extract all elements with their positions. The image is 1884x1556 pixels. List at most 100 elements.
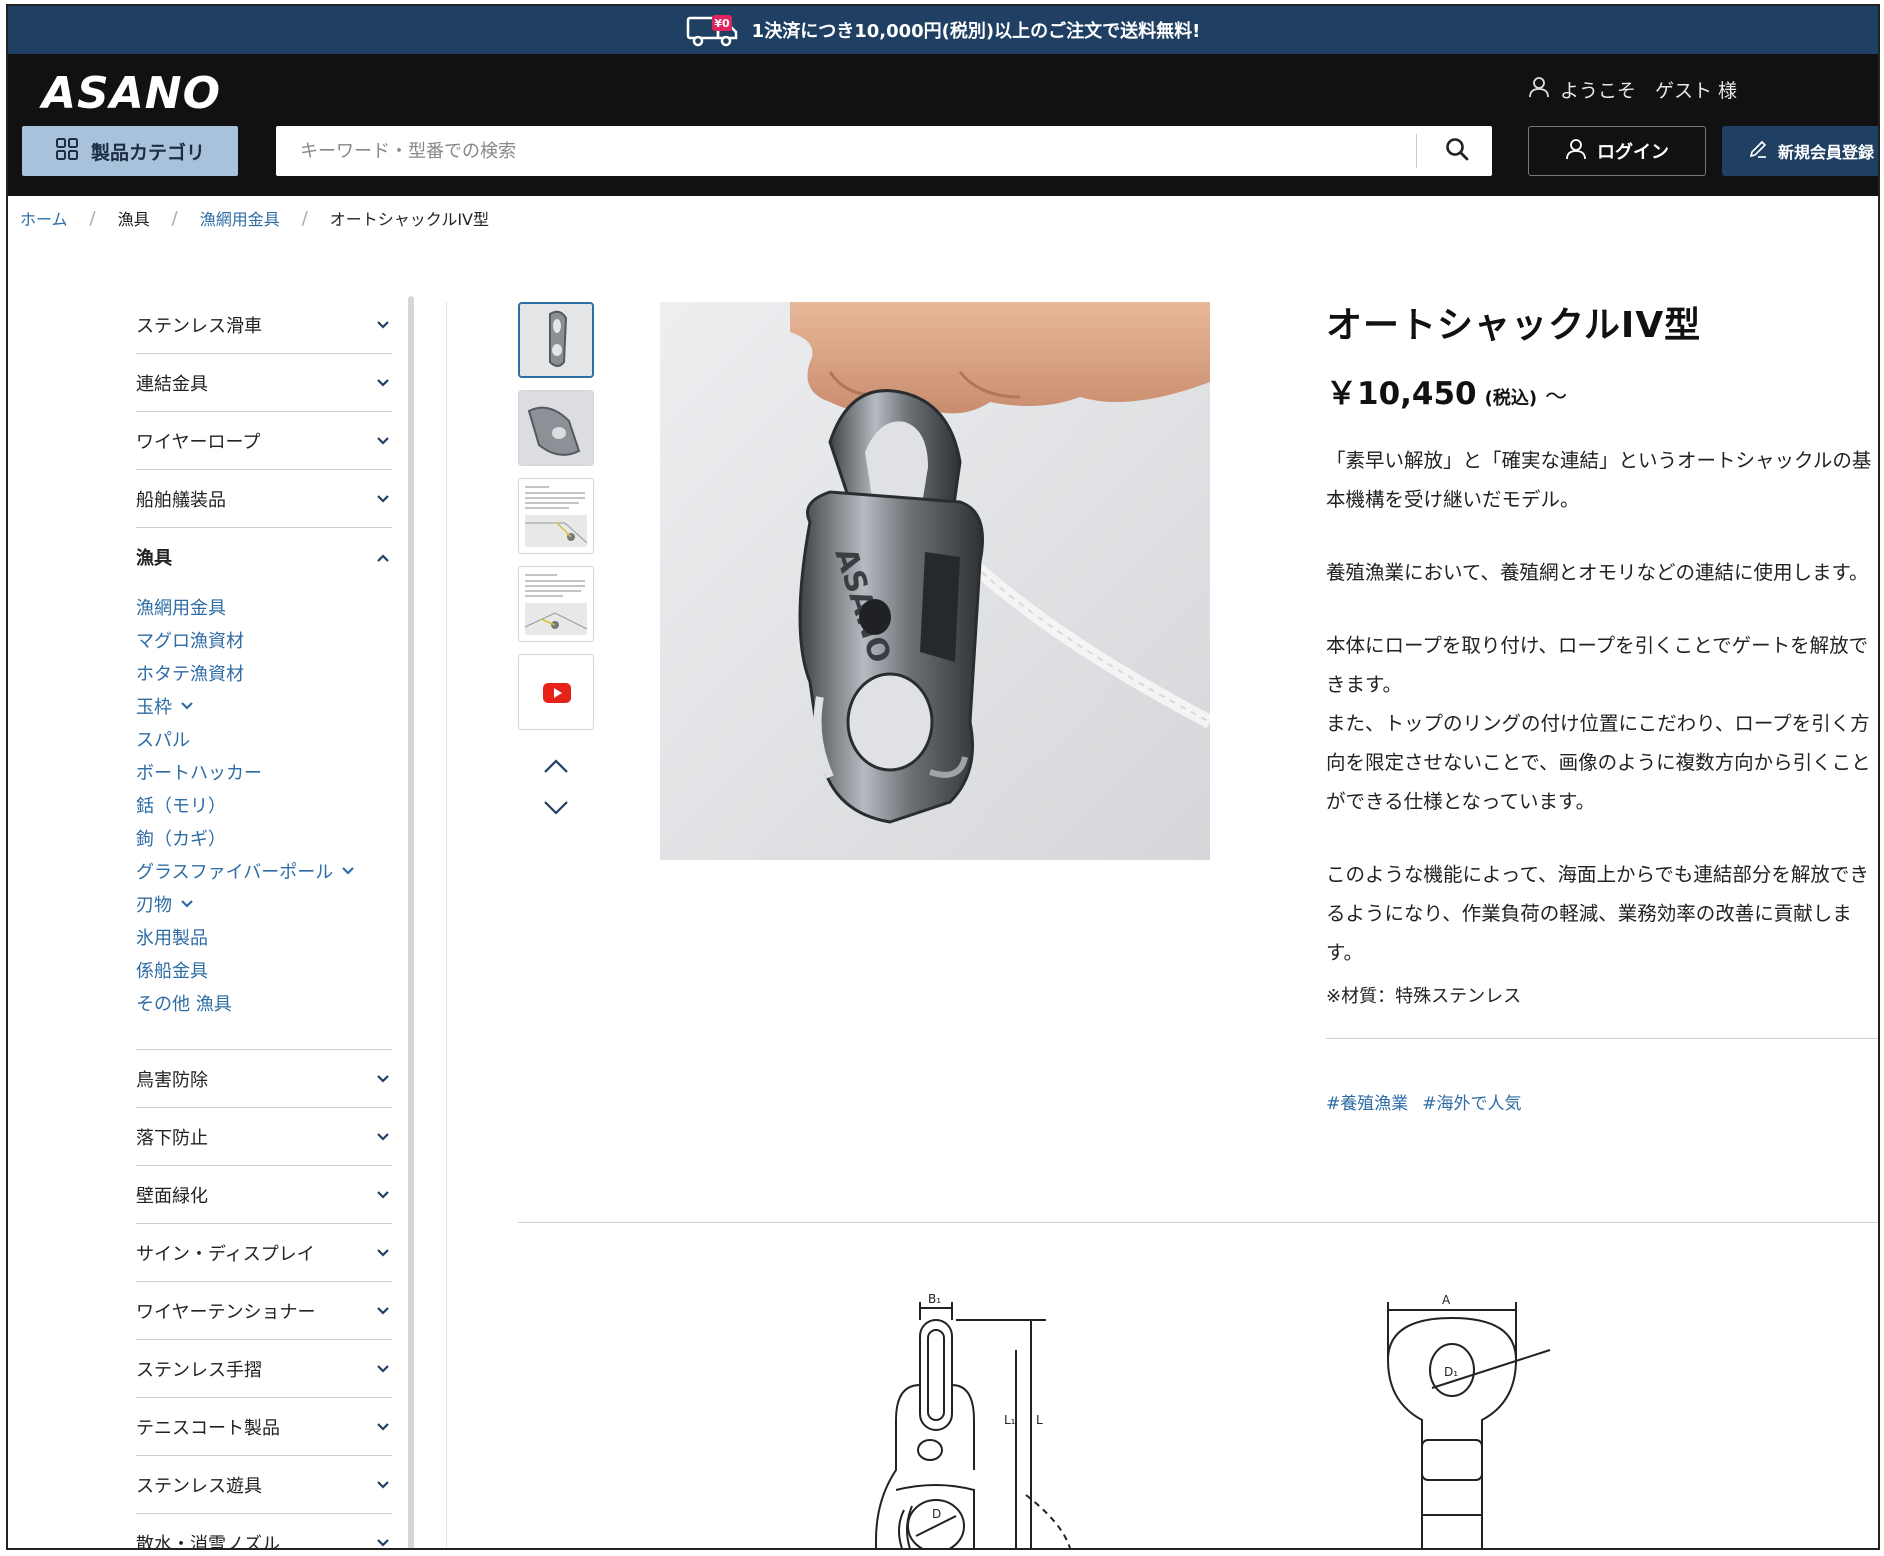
- sidebar-subcategory-link[interactable]: ボートハッカー: [136, 755, 392, 788]
- sidebar-subcategory-link[interactable]: その他 漁具: [136, 986, 392, 1019]
- sidebar-category[interactable]: テニスコート製品: [136, 1398, 392, 1456]
- fishing-gear-subcategories: 漁網用金具 マグロ漁資材 ホタテ漁資材玉枠スパルボートハッカー 銛（モリ） 鉤（カギ） グ…: [136, 586, 392, 1050]
- sidebar-category[interactable]: ステンレス遊具: [136, 1456, 392, 1514]
- sidebar-subcategory-link[interactable]: スパル: [136, 722, 392, 755]
- sidebar-subcategory-link[interactable]: マグロ漁資材: [136, 623, 392, 656]
- thumbnail-3[interactable]: [518, 478, 594, 554]
- breadcrumb-net-fittings[interactable]: 漁網用金具: [200, 206, 280, 230]
- product-description: 「素早い解放」と「確実な連結」というオートシャックルの基本機構を受け継いだモデル…: [1326, 441, 1878, 972]
- sidebar-category[interactable]: 船舶艤装品: [136, 470, 392, 528]
- sidebar-subcategory-link[interactable]: 氷用製品: [136, 920, 392, 953]
- column-divider: [446, 302, 447, 1548]
- dimension-label: L: [1036, 1413, 1043, 1427]
- sidebar-subcategory-link[interactable]: グラスファイバーポール: [136, 854, 392, 887]
- thumbnail-video[interactable]: [518, 654, 594, 730]
- product-info: オートシャックルIV型 ￥10,450 (税込) ～ 「素早い解放」と「確実な連…: [1326, 296, 1878, 1114]
- tag-link[interactable]: #養殖漁業: [1326, 1089, 1408, 1114]
- breadcrumb-fishing-gear: 漁具: [117, 210, 150, 229]
- chevron-down-icon: [376, 1068, 390, 1089]
- dimension-label: B₁: [928, 1292, 941, 1306]
- chevron-up-icon: [542, 757, 570, 779]
- free-shipping-banner[interactable]: ¥0 1決済につき10,000円(税別)以上のご注文で送料無料!: [8, 6, 1878, 54]
- dimension-label: L₁: [1004, 1413, 1016, 1427]
- sidebar-category[interactable]: 連結金具: [136, 354, 392, 412]
- sidebar-subcategory-link[interactable]: 玉枠: [136, 689, 392, 722]
- chevron-down-icon: [376, 1358, 390, 1379]
- thumbnail-4[interactable]: [518, 566, 594, 642]
- sidebar-category[interactable]: ステンレス滑車: [136, 296, 392, 354]
- product-category-button[interactable]: 製品カテゴリ: [22, 126, 238, 176]
- chevron-up-icon: [376, 547, 390, 568]
- sidebar-category[interactable]: 散水・消雪ノズル: [136, 1514, 392, 1548]
- chevron-down-icon: [376, 1416, 390, 1437]
- register-button[interactable]: 新規会員登録: [1722, 126, 1878, 176]
- register-label: 新規会員登録: [1778, 143, 1875, 162]
- chevron-down-icon: [341, 860, 355, 881]
- chevron-down-icon: [180, 893, 194, 914]
- dimension-label: D: [932, 1507, 941, 1521]
- tag-link[interactable]: #海外で人気: [1422, 1089, 1521, 1114]
- sidebar-category[interactable]: 落下防止: [136, 1108, 392, 1166]
- category-label: 連結金具: [136, 373, 208, 395]
- category-label: 壁面緑化: [136, 1185, 208, 1207]
- subcategory-label: 玉枠: [136, 696, 172, 718]
- youtube-play-icon: [543, 683, 571, 707]
- sidebar-category[interactable]: ステンレス手摺: [136, 1340, 392, 1398]
- material-note: ※材質：特殊ステンレス: [1326, 986, 1522, 1007]
- chevron-down-icon: [376, 1300, 390, 1321]
- sidebar-subcategory-link[interactable]: 鉤（カギ）: [136, 821, 392, 854]
- sidebar-subcategory-link[interactable]: 銛（モリ）: [136, 788, 392, 821]
- product-price: ￥10,450 (税込) ～: [1326, 368, 1878, 413]
- price-tax-label: (税込): [1484, 388, 1538, 409]
- category-label: 漁具: [136, 548, 172, 569]
- category-label: サイン・ディスプレイ: [136, 1243, 315, 1265]
- breadcrumb-current: オートシャックルIV型: [329, 210, 489, 229]
- search-input[interactable]: [276, 126, 1410, 176]
- description-paragraph: 本体にロープを取り付け、ロープを引くことでゲートを解放できます。: [1326, 634, 1869, 696]
- breadcrumb-separator: /: [171, 207, 178, 229]
- thumbnail-2[interactable]: [518, 390, 594, 466]
- subcategory-label: その他 漁具: [136, 993, 232, 1015]
- chevron-down-icon: [376, 372, 390, 393]
- category-label: ステンレス遊具: [136, 1475, 262, 1497]
- category-label: 落下防止: [136, 1127, 208, 1149]
- thumbnail-scroll-down[interactable]: [518, 790, 594, 830]
- sidebar-category[interactable]: ワイヤーテンショナー: [136, 1282, 392, 1340]
- search-icon: [1444, 136, 1470, 166]
- category-label: ステンレス滑車: [136, 315, 262, 337]
- sidebar-subcategory-link[interactable]: ホタテ漁資材: [136, 656, 392, 689]
- price-zero-badge: ¥0: [714, 17, 730, 30]
- truck-icon: ¥0: [686, 12, 740, 48]
- category-label: 鳥害防除: [136, 1069, 208, 1091]
- thumbnail-scroll-up[interactable]: [518, 748, 594, 788]
- thumbnail-gallery: [518, 302, 594, 830]
- sidebar-scrollbar[interactable]: [408, 296, 414, 1548]
- sidebar-category[interactable]: 鳥害防除: [136, 1050, 392, 1108]
- content-divider: [518, 1222, 1878, 1223]
- sidebar-category-fishing-gear[interactable]: 漁具: [136, 528, 392, 586]
- product-title: オートシャックルIV型: [1326, 305, 1702, 346]
- chevron-down-icon: [376, 314, 390, 335]
- site-header: ASANO ようこそ ゲスト 様 製品カテゴリ キーワード・型番での検索 ログイ…: [8, 54, 1878, 196]
- sidebar-category[interactable]: サイン・ディスプレイ: [136, 1224, 392, 1282]
- search-button[interactable]: [1422, 126, 1492, 176]
- search-divider: [1416, 134, 1417, 168]
- site-logo[interactable]: ASANO: [42, 68, 221, 119]
- sidebar-subcategory-link[interactable]: 漁網用金具: [136, 590, 392, 623]
- chevron-down-icon: [376, 488, 390, 509]
- sidebar-category[interactable]: ワイヤーロープ: [136, 412, 392, 470]
- description-paragraph: このような機能によって、海面上からでも連結部分を解放できるようになり、作業負荷の…: [1326, 863, 1869, 964]
- sidebar-subcategory-link[interactable]: 係船金具: [136, 953, 392, 986]
- grid-icon: [55, 137, 79, 166]
- sidebar-category[interactable]: 壁面緑化: [136, 1166, 392, 1224]
- subcategory-label: スパル: [136, 729, 190, 751]
- user-icon: [1565, 138, 1587, 165]
- technical-drawing-side: B₁ L₁ L D: [856, 1290, 1096, 1548]
- product-tags: #養殖漁業 #海外で人気: [1326, 1089, 1878, 1114]
- info-divider: [1326, 1038, 1878, 1039]
- main-product-image[interactable]: ASANO: [660, 302, 1210, 860]
- sidebar-subcategory-link[interactable]: 刃物: [136, 887, 392, 920]
- thumbnail-1[interactable]: [518, 302, 594, 378]
- login-button[interactable]: ログイン: [1528, 126, 1706, 176]
- breadcrumb-home[interactable]: ホーム: [20, 206, 68, 230]
